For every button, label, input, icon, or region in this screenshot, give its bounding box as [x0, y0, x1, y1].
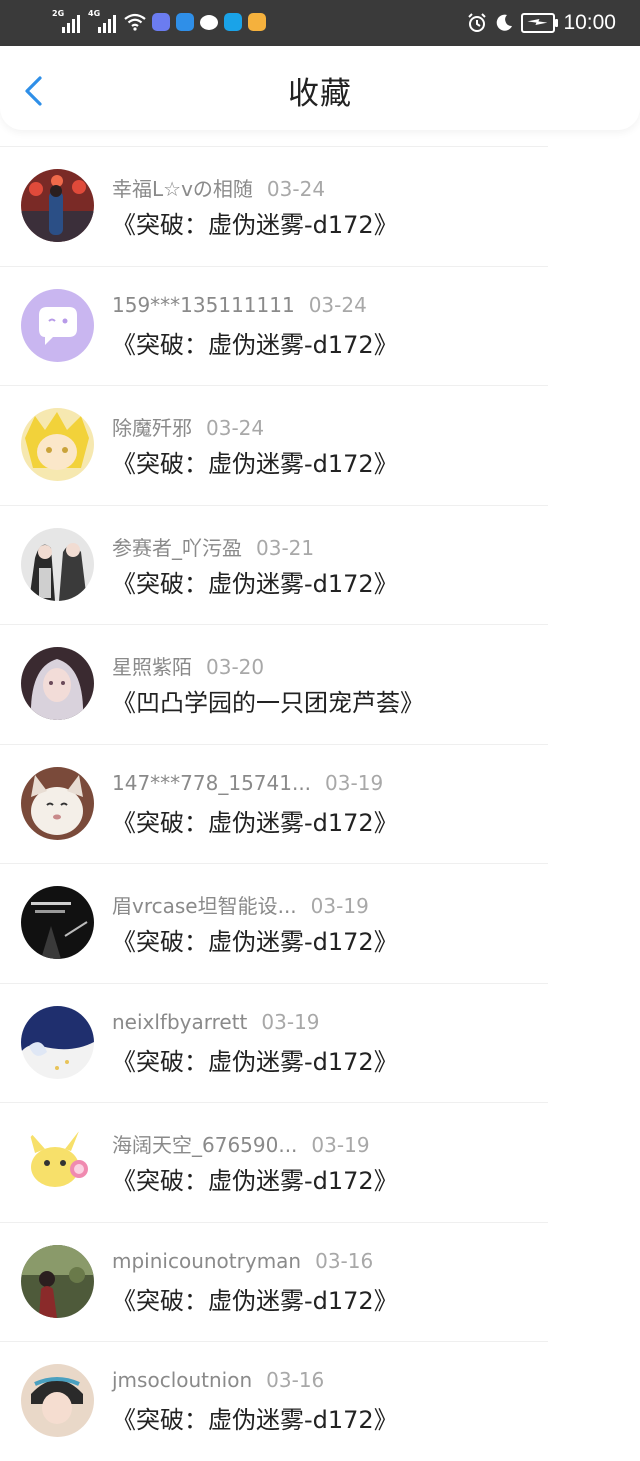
music-app-icon — [152, 13, 170, 31]
username[interactable]: 星照紫陌 — [112, 655, 192, 679]
item-meta: 海阔天空_676590... 03-19 — [112, 1129, 370, 1158]
date: 03-16 — [266, 1368, 325, 1392]
username[interactable]: 海阔天空_676590... — [112, 1133, 297, 1157]
favorite-item[interactable]: 幸福L☆vの相随 03-24 《突破：虚伪迷雾-d172》 — [0, 146, 548, 266]
user-avatar[interactable] — [21, 647, 94, 720]
date: 03-19 — [310, 894, 369, 918]
signal-icon: 4G — [88, 9, 118, 33]
user-avatar[interactable] — [21, 1364, 94, 1437]
item-meta: 星照紫陌 03-20 — [112, 651, 264, 680]
username[interactable]: 除魔歼邪 — [112, 416, 192, 440]
user-avatar[interactable] — [21, 1005, 94, 1079]
user-avatar[interactable] — [21, 288, 94, 362]
item-title[interactable]: 《突破：虚伪迷雾-d172》 — [112, 922, 398, 957]
status-icons-right: 10:00 — [467, 9, 616, 37]
date: 03-24 — [206, 416, 265, 440]
user-avatar[interactable] — [21, 527, 94, 601]
favorites-list: 幸福L☆vの相随 03-24 《突破：虚伪迷雾-d172》 159***13511… — [0, 146, 640, 1461]
username[interactable]: 幸福L☆vの相随 — [112, 177, 253, 201]
signal-icon: 2G — [52, 9, 82, 33]
do-not-disturb-moon-icon — [497, 14, 513, 31]
status-bar: 2G 4G 10:00 — [0, 0, 640, 46]
item-meta: 幸福L☆vの相随 03-24 — [112, 173, 325, 202]
username[interactable]: 147***778_15741... — [112, 771, 311, 795]
favorite-item[interactable]: mpinicounotryman 03-16 《突破：虚伪迷雾-d172》 — [0, 1221, 548, 1342]
username[interactable]: neixlfbyarrett — [112, 1010, 247, 1034]
item-title[interactable]: 《突破：虚伪迷雾-d172》 — [112, 1400, 398, 1435]
cloud-app-icon — [176, 13, 194, 31]
status-icons-left: 2G 4G — [52, 9, 266, 33]
username[interactable]: jmsocloutnion — [112, 1368, 252, 1392]
user-avatar[interactable] — [21, 886, 94, 959]
user-avatar[interactable] — [21, 1125, 94, 1198]
chat-app-icon — [200, 14, 218, 30]
favorite-item[interactable]: 海阔天空_676590... 03-19 《突破：虚伪迷雾-d172》 — [0, 1102, 548, 1222]
user-avatar[interactable] — [21, 766, 94, 840]
item-meta: neixlfbyarrett 03-19 — [112, 1010, 320, 1034]
user-avatar[interactable] — [21, 1244, 94, 1318]
item-title[interactable]: 《凹凸学园的一只团宠芦荟》 — [112, 683, 424, 718]
item-meta: 除魔歼邪 03-24 — [112, 412, 264, 441]
favorite-item[interactable]: jmsocloutnion 03-16 《突破：虚伪迷雾-d172》 — [0, 1341, 548, 1461]
item-meta: 参赛者_吖污盈 03-21 — [112, 532, 314, 561]
favorite-item[interactable]: 除魔歼邪 03-24 《突破：虚伪迷雾-d172》 — [0, 385, 548, 505]
favorite-item[interactable]: 159***135111111 03-24 《突破：虚伪迷雾-d172》 — [0, 265, 548, 386]
photo-app-icon — [248, 13, 266, 31]
item-meta: 147***778_15741... 03-19 — [112, 771, 383, 795]
date: 03-20 — [206, 655, 265, 679]
item-meta: jmsocloutnion 03-16 — [112, 1368, 324, 1392]
search-app-icon — [224, 13, 242, 31]
date: 03-19 — [261, 1009, 320, 1034]
battery-icon — [521, 13, 559, 33]
user-avatar[interactable] — [21, 408, 94, 481]
date: 03-24 — [266, 177, 326, 201]
username[interactable]: mpinicounotryman — [112, 1249, 301, 1273]
item-title[interactable]: 《突破：虚伪迷雾-d172》 — [112, 205, 398, 240]
username[interactable]: 159***135111111 — [112, 293, 295, 317]
alarm-icon — [468, 13, 487, 32]
favorite-item[interactable]: neixlfbyarrett 03-19 《突破：虚伪迷雾-d172》 — [0, 982, 548, 1103]
date: 03-24 — [308, 292, 367, 317]
favorite-item[interactable]: 参赛者_吖污盈 03-21 《突破：虚伪迷雾-d172》 — [0, 504, 548, 625]
username[interactable]: 眉vrcase坦智能设... — [112, 894, 297, 918]
clock-time: 10:00 — [563, 11, 616, 34]
item-meta: 159***135111111 03-24 — [112, 293, 367, 317]
date: 03-21 — [256, 535, 315, 560]
item-title[interactable]: 《突破：虚伪迷雾-d172》 — [112, 1161, 398, 1196]
item-title[interactable]: 《突破：虚伪迷雾-d172》 — [112, 803, 398, 838]
user-avatar[interactable] — [21, 169, 94, 242]
item-title[interactable]: 《突破：虚伪迷雾-d172》 — [112, 1281, 398, 1316]
item-title[interactable]: 《突破：虚伪迷雾-d172》 — [112, 444, 398, 479]
date: 03-19 — [311, 1133, 370, 1157]
item-meta: 眉vrcase坦智能设... 03-19 — [112, 890, 369, 919]
item-title[interactable]: 《突破：虚伪迷雾-d172》 — [112, 1042, 398, 1077]
favorite-item[interactable]: 147***778_15741... 03-19 《突破：虚伪迷雾-d172》 — [0, 743, 548, 864]
item-title[interactable]: 《突破：虚伪迷雾-d172》 — [112, 325, 398, 360]
item-meta: mpinicounotryman 03-16 — [112, 1249, 373, 1273]
username[interactable]: 参赛者_吖污盈 — [112, 536, 242, 560]
favorite-item[interactable]: 星照紫陌 03-20 《凹凸学园的一只团宠芦荟》 — [0, 624, 548, 744]
favorite-item[interactable]: 眉vrcase坦智能设... 03-19 《突破：虚伪迷雾-d172》 — [0, 863, 548, 983]
wifi-icon — [124, 13, 146, 31]
nav-header: 收藏 — [0, 46, 640, 130]
item-title[interactable]: 《突破：虚伪迷雾-d172》 — [112, 564, 398, 599]
page-title: 收藏 — [288, 76, 352, 112]
date: 03-16 — [315, 1248, 374, 1273]
date: 03-19 — [325, 770, 384, 795]
